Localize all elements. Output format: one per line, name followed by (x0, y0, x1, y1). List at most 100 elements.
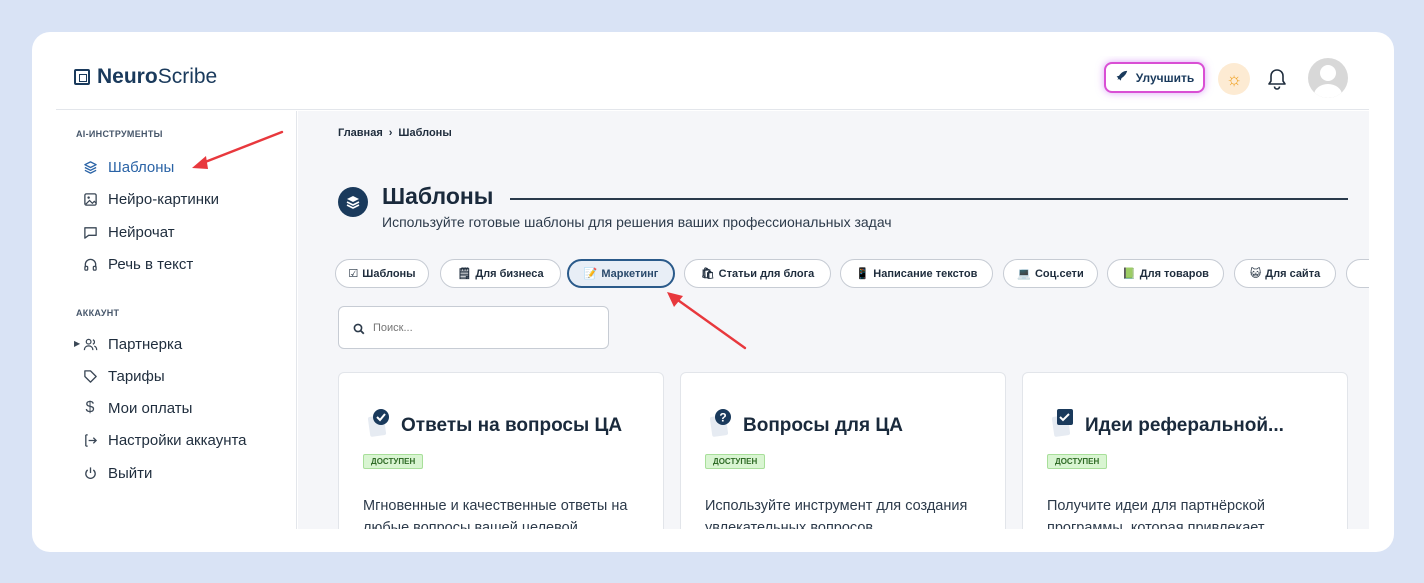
avatar-body-shape (1314, 84, 1342, 98)
section-title-ai-tools: AI-ИНСТРУМЕНТЫ (76, 129, 163, 139)
sidebar-item-label: Выйти (108, 464, 153, 482)
layers-icon (338, 187, 368, 217)
template-card[interactable]: Ответы на вопросы ЦА ДОСТУПЕН Мгновенные… (338, 372, 664, 529)
avatar-head-shape (1320, 65, 1336, 81)
laptop-icon: 💻 (1017, 268, 1031, 280)
app-window: Neuro Scribe Улучшить ☼ AI-ИНСТРУМЕНТЫ Ш… (56, 56, 1369, 529)
top-header: Neuro Scribe Улучшить ☼ (56, 56, 1369, 110)
avatar[interactable] (1308, 58, 1348, 98)
chip-writing-texts[interactable]: 📱 Написание текстов (840, 259, 993, 288)
breadcrumb: Главная › Шаблоны (338, 127, 452, 139)
chip-label: Статьи для блога (718, 267, 815, 280)
chat-icon (82, 224, 98, 240)
chip-business[interactable]: 🗒 Для бизнеса (440, 259, 561, 288)
chip-label: Для сайта (1265, 267, 1321, 280)
memo-icon: 📝 (583, 268, 598, 280)
screenshot-frame: Neuro Scribe Улучшить ☼ AI-ИНСТРУМЕНТЫ Ш… (32, 32, 1394, 552)
card-description: Получите идеи для партнёрской программы,… (1047, 498, 1266, 529)
breadcrumb-separator: › (388, 127, 393, 139)
bell-icon[interactable] (1266, 67, 1288, 91)
shopping-bags-icon: 🛍 (700, 268, 715, 280)
breadcrumb-current: Шаблоны (398, 127, 452, 139)
phone-icon: 📱 (855, 268, 870, 280)
check-circle-icon (367, 408, 393, 438)
chip-label: Написание текстов (873, 267, 978, 280)
status-badge: ДОСТУПЕН (705, 454, 766, 469)
sidebar-item-label: Настройки аккаунта (108, 431, 247, 449)
template-card[interactable]: ? Вопросы для ЦА ДОСТУПЕН Используйте ин… (680, 372, 1006, 529)
search-icon (353, 322, 365, 334)
sun-icon: ☼ (1225, 68, 1243, 89)
chip-label: Для бизнеса (475, 267, 544, 280)
sidebar-item-label: Речь в текст (108, 255, 194, 273)
sidebar-item-label: Шаблоны (108, 158, 175, 176)
tag-icon (82, 368, 98, 384)
rocket-icon (1115, 70, 1128, 86)
chip-website[interactable]: 😺 Для сайта (1234, 259, 1336, 288)
card-description: Используйте инструмент для создания увле… (705, 498, 968, 529)
cat-icon: 😺 (1249, 268, 1262, 280)
sidebar-item-label: Партнерка (108, 335, 183, 353)
notepad-icon: 🗒 (457, 268, 472, 280)
chip-templates[interactable]: ☑ Шаблоны (335, 259, 429, 288)
breadcrumb-home[interactable]: Главная (338, 127, 383, 139)
chip-social[interactable]: 💻 Соц.сети (1003, 259, 1098, 288)
annotation-arrow-marketing (667, 292, 747, 350)
card-description: Мгновенные и качественные ответы на любы… (363, 498, 628, 529)
card-title: Вопросы для ЦА (743, 415, 903, 436)
image-icon (82, 191, 98, 207)
headphones-icon (82, 256, 98, 272)
sidebar-item-account-settings[interactable]: Настройки аккаунта (82, 429, 247, 451)
dollar-icon: $ (85, 399, 95, 416)
card-title: Ответы на вопросы ЦА (401, 415, 623, 436)
page-subtitle: Используйте готовые шаблоны для решения … (382, 214, 892, 230)
book-icon: 📗 (1122, 268, 1136, 280)
users-icon (82, 336, 98, 352)
main-content: Главная › Шаблоны Шаблоны Используйте гото… (298, 111, 1369, 529)
chip-label: Для товаров (1139, 267, 1209, 280)
logo-bold-text: Neuro (97, 65, 158, 88)
app-logo[interactable]: Neuro Scribe (74, 65, 217, 89)
sidebar-item-tariffs[interactable]: Тарифы (82, 365, 165, 387)
sidebar-item-logout[interactable]: Выйти (82, 462, 152, 484)
status-badge: ДОСТУПЕН (1047, 454, 1108, 469)
sidebar-item-label: Тарифы (108, 367, 165, 385)
search-input[interactable] (373, 321, 573, 334)
sidebar-item-speech-to-text[interactable]: Речь в текст (82, 253, 193, 275)
sidebar-item-label: Нейрочат (108, 223, 175, 241)
logo-icon (74, 69, 90, 85)
svg-text:?: ? (719, 411, 726, 425)
upgrade-label: Улучшить (1135, 70, 1195, 85)
annotation-arrow-sidebar (192, 130, 284, 169)
question-circle-icon: ? (709, 408, 735, 438)
caret-right-icon: ▶ (74, 339, 81, 348)
upgrade-button[interactable]: Улучшить (1104, 62, 1205, 93)
title-divider (510, 198, 1348, 200)
sidebar-item-neurochat[interactable]: Нейрочат (82, 221, 175, 243)
sidebar-item-templates[interactable]: Шаблоны (82, 156, 174, 178)
sidebar-item-label: Нейро-картинки (108, 190, 219, 208)
checkbox-icon (1051, 408, 1077, 438)
logo-light-text: Scribe (157, 65, 218, 88)
category-chips: ☑ Шаблоны 🗒 Для бизнеса 📝 Маркетинг 🛍 Статьи… (335, 259, 1369, 291)
layers-icon (82, 159, 98, 175)
section-title-account: АККАУНТ (76, 308, 120, 318)
search-box (338, 306, 609, 349)
power-icon (82, 465, 98, 481)
chip-products[interactable]: 📗 Для товаров (1107, 259, 1224, 288)
theme-toggle-button[interactable]: ☼ (1218, 63, 1250, 95)
chip-more[interactable] (1346, 259, 1369, 288)
status-badge: ДОСТУПЕН (363, 454, 424, 469)
checkbox-icon: ☑ (348, 268, 359, 280)
chip-marketing[interactable]: 📝 Маркетинг (567, 259, 675, 288)
template-card[interactable]: Идеи реферальной... ДОСТУПЕН Получите ид… (1022, 372, 1348, 529)
login-icon (82, 432, 98, 448)
sidebar-item-label: Мои оплаты (108, 399, 193, 417)
chip-label: Маркетинг (601, 267, 659, 280)
chip-label: Соц.сети (1034, 267, 1084, 280)
page-title-row: Шаблоны Используйте готовые шаблоны для … (338, 183, 1348, 230)
sidebar-item-partners[interactable]: ▶ Партнерка (74, 333, 183, 355)
sidebar-item-neuro-images[interactable]: Нейро-картинки (82, 188, 219, 210)
page-title: Шаблоны (382, 183, 494, 209)
sidebar-item-payments[interactable]: $ Мои оплаты (82, 397, 193, 419)
